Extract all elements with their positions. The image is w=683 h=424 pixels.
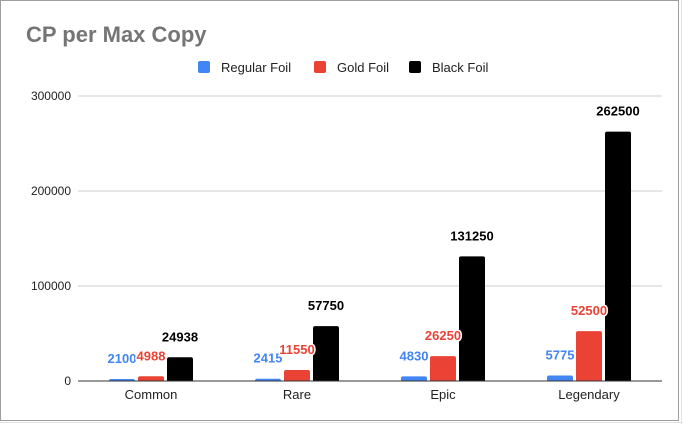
y-axis-ticks: 0 100000 200000 300000 — [31, 89, 71, 388]
bar — [313, 326, 339, 381]
chart-canvas: CP per Max Copy Regular Foil Gold Foil Bla… — [0, 0, 683, 424]
sheet-gridline — [681, 0, 682, 424]
data-label: 2100 — [108, 351, 137, 366]
y-tick-label: 200000 — [31, 184, 71, 198]
legend-label: Black Foil — [432, 60, 488, 75]
gridlines — [78, 95, 662, 287]
bar — [167, 357, 193, 381]
y-tick-label: 0 — [64, 374, 71, 388]
x-category-label: Epic — [430, 387, 456, 402]
bar — [138, 376, 164, 381]
legend-swatch — [314, 61, 326, 73]
x-category-label: Common — [125, 387, 178, 402]
y-tick-label: 100000 — [31, 279, 71, 293]
legend: Regular Foil Gold Foil Black Foil — [198, 60, 488, 75]
bar — [430, 356, 456, 381]
x-axis-categories: Common Rare Epic Legendary — [125, 387, 621, 402]
data-label: 5775 — [546, 348, 575, 363]
legend-label: Gold Foil — [337, 60, 389, 75]
y-tick-label: 300000 — [31, 89, 71, 103]
x-category-label: Rare — [283, 387, 311, 402]
bar — [401, 376, 427, 381]
data-label: 4830 — [400, 348, 429, 363]
bar — [284, 370, 310, 381]
data-labels: 2100 4988 24938 241511550 57750 4830 26250 1312… — [106, 102, 641, 367]
bar — [605, 131, 631, 381]
data-label: 4988 — [137, 348, 166, 363]
data-label: 24938 — [162, 329, 198, 344]
legend-swatch — [409, 61, 421, 73]
data-label: 57750 — [308, 298, 344, 313]
data-label: 52500 — [571, 303, 607, 318]
data-label: 2415 — [254, 351, 283, 366]
chart-title: CP per Max Copy — [26, 22, 207, 47]
data-label: 11550 — [279, 342, 314, 357]
sheet-gridline — [0, 422, 683, 423]
bar-chart: CP per Max Copy Regular Foil Gold Foil Bla… — [26, 22, 662, 402]
bar — [459, 256, 485, 381]
data-label: 262500 — [596, 104, 639, 119]
data-label: 26250 — [425, 328, 461, 343]
data-label: 131250 — [450, 228, 493, 243]
legend-label: Regular Foil — [221, 60, 291, 75]
bar — [576, 331, 602, 381]
bar — [547, 375, 573, 381]
x-category-label: Legendary — [558, 387, 620, 402]
legend-swatch — [198, 61, 210, 73]
